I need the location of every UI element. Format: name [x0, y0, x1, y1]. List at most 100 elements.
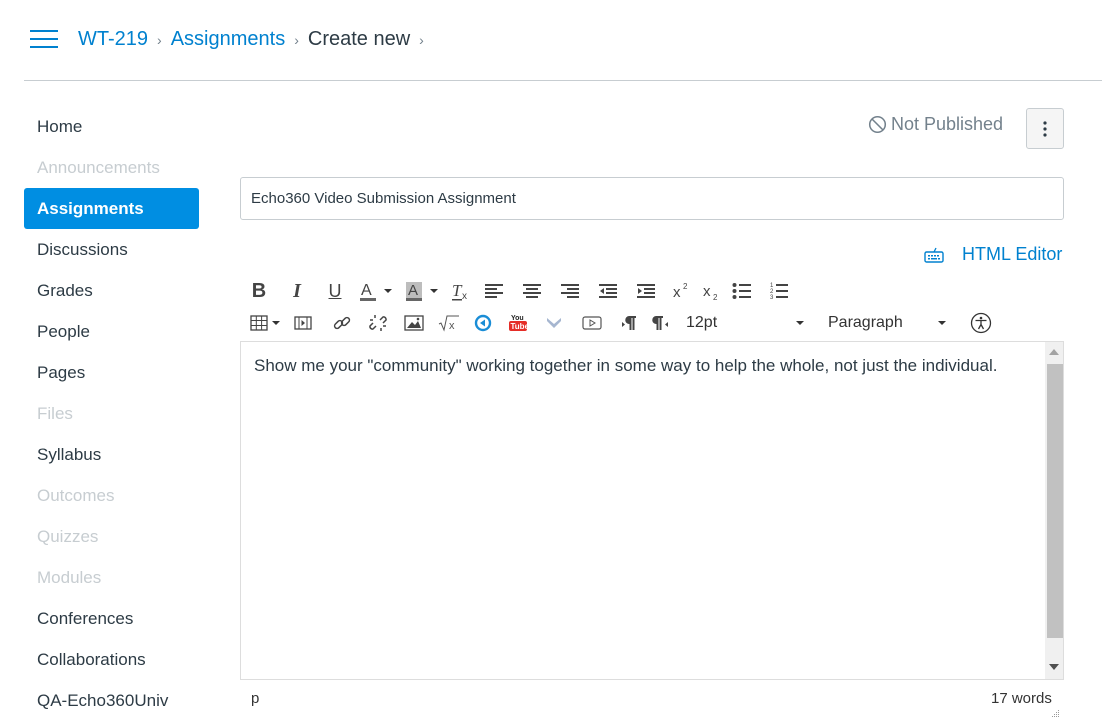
bold-button[interactable]: B [246, 278, 272, 304]
superscript-button[interactable]: x 2 [672, 278, 692, 304]
svg-text:x: x [703, 283, 711, 300]
svg-text:x: x [673, 284, 681, 301]
echo360-button[interactable] [474, 310, 492, 336]
indent-icon [637, 284, 655, 298]
outdent-button[interactable] [598, 278, 618, 304]
bullet-list-button[interactable] [732, 278, 752, 304]
word-count: 17 words [991, 690, 1052, 707]
html-editor-toggle[interactable]: HTML Editor [924, 244, 1062, 265]
accessibility-checker-button[interactable] [970, 310, 992, 336]
align-right-button[interactable] [560, 278, 580, 304]
svg-text:Tube: Tube [511, 322, 529, 331]
kebab-icon [1043, 120, 1047, 137]
sidebar-item-discussions[interactable]: Discussions [24, 229, 199, 270]
header: WT-219 › Assignments › Create new › [0, 0, 1102, 81]
scroll-up-arrow-icon[interactable] [1049, 349, 1059, 355]
svg-text:2: 2 [683, 282, 688, 291]
svg-text:2: 2 [713, 293, 718, 301]
sidebar-item-conferences[interactable]: Conferences [24, 598, 199, 639]
sidebar-item-quizzes[interactable]: Quizzes [24, 516, 199, 557]
align-left-button[interactable] [484, 278, 504, 304]
html-editor-label: HTML Editor [962, 244, 1063, 264]
sidebar-item-collaborations[interactable]: Collaborations [24, 639, 199, 680]
sidebar-item-announcements[interactable]: Announcements [24, 147, 199, 188]
sidebar-item-qa-echo360univ[interactable]: QA-Echo360Univ [24, 680, 199, 721]
superscript-icon: x 2 [673, 282, 688, 301]
unpublished-icon [868, 115, 887, 134]
more-options-button[interactable] [1026, 108, 1064, 149]
font-size-select[interactable]: 12pt [686, 310, 810, 336]
course-navigation: Home Announcements Assignments Discussio… [24, 106, 199, 721]
underline-button[interactable]: U [322, 278, 348, 304]
video-embed-button[interactable] [582, 310, 602, 336]
editor-toolbar-row-2: x You Tube 12pt Paragraph [246, 309, 992, 337]
chevron-right-icon: › [419, 32, 424, 48]
accessibility-icon [970, 312, 992, 334]
breadcrumb-course[interactable]: WT-219 [78, 26, 148, 52]
resize-handle-icon[interactable] [1050, 708, 1060, 718]
align-center-button[interactable] [522, 278, 542, 304]
sidebar-item-people[interactable]: People [24, 311, 199, 352]
chevron-down-icon [384, 289, 392, 293]
sidebar-item-syllabus[interactable]: Syllabus [24, 434, 199, 475]
editor-scrollbar[interactable] [1045, 342, 1063, 679]
table-button[interactable] [250, 310, 280, 336]
image-icon [404, 315, 424, 331]
link-button[interactable] [332, 310, 352, 336]
svg-text:x: x [462, 291, 467, 302]
chevron-right-icon: › [157, 32, 162, 48]
youtube-button[interactable]: You Tube [508, 310, 528, 336]
sidebar-item-outcomes[interactable]: Outcomes [24, 475, 199, 516]
media-button[interactable] [294, 310, 312, 336]
sidebar-item-home[interactable]: Home [24, 106, 199, 147]
chevron-double-down-icon [547, 318, 561, 328]
block-format-select[interactable]: Paragraph [828, 310, 952, 336]
element-path[interactable]: p [251, 690, 259, 707]
scrollbar-thumb[interactable] [1047, 364, 1063, 638]
sidebar-item-pages[interactable]: Pages [24, 352, 199, 393]
svg-text:You: You [511, 315, 524, 322]
text-color-icon: A [360, 282, 376, 301]
background-color-button[interactable]: A [404, 278, 438, 304]
assignment-title-input[interactable] [240, 177, 1064, 220]
chevron-down-icon [430, 289, 438, 293]
background-color-icon: A [406, 282, 422, 301]
vimeo-button[interactable] [546, 310, 562, 336]
svg-text:A: A [361, 282, 372, 299]
text-color-button[interactable]: A [358, 278, 392, 304]
hamburger-icon[interactable] [30, 30, 58, 50]
unlink-icon [369, 315, 387, 331]
sidebar-item-files[interactable]: Files [24, 393, 199, 434]
image-button[interactable] [404, 310, 424, 336]
paragraph-ltr-icon [622, 316, 636, 330]
sidebar-item-grades[interactable]: Grades [24, 270, 199, 311]
chevron-down-icon [272, 321, 280, 325]
math-equation-button[interactable]: x [438, 310, 460, 336]
subscript-icon: x 2 [703, 283, 718, 301]
right-to-left-button[interactable] [652, 310, 670, 336]
indent-button[interactable] [636, 278, 656, 304]
sidebar-item-assignments[interactable]: Assignments [24, 188, 199, 229]
numbered-list-button[interactable]: 1 2 3 [770, 278, 790, 304]
left-to-right-button[interactable] [620, 310, 638, 336]
unlink-button[interactable] [368, 310, 388, 336]
chevron-down-icon [938, 321, 946, 325]
italic-button[interactable]: I [284, 278, 310, 304]
chevron-right-icon: › [294, 32, 299, 48]
outdent-icon [599, 284, 617, 298]
scroll-down-arrow-icon[interactable] [1049, 664, 1059, 670]
svg-text:3: 3 [770, 295, 774, 301]
svg-text:x: x [449, 320, 455, 332]
youtube-icon: You Tube [509, 315, 529, 331]
clear-formatting-button[interactable]: T x [450, 278, 472, 304]
align-right-icon [561, 284, 579, 298]
breadcrumb-assignments[interactable]: Assignments [171, 26, 286, 52]
sidebar-item-modules[interactable]: Modules [24, 557, 199, 598]
rich-text-editor[interactable]: Show me your "community" working togethe… [240, 341, 1064, 680]
link-icon [333, 316, 351, 330]
subscript-button[interactable]: x 2 [702, 278, 722, 304]
breadcrumb: WT-219 › Assignments › Create new › [78, 26, 433, 52]
table-icon [250, 315, 268, 331]
editor-content[interactable]: Show me your "community" working togethe… [254, 352, 1034, 379]
font-size-value: 12pt [686, 314, 718, 331]
